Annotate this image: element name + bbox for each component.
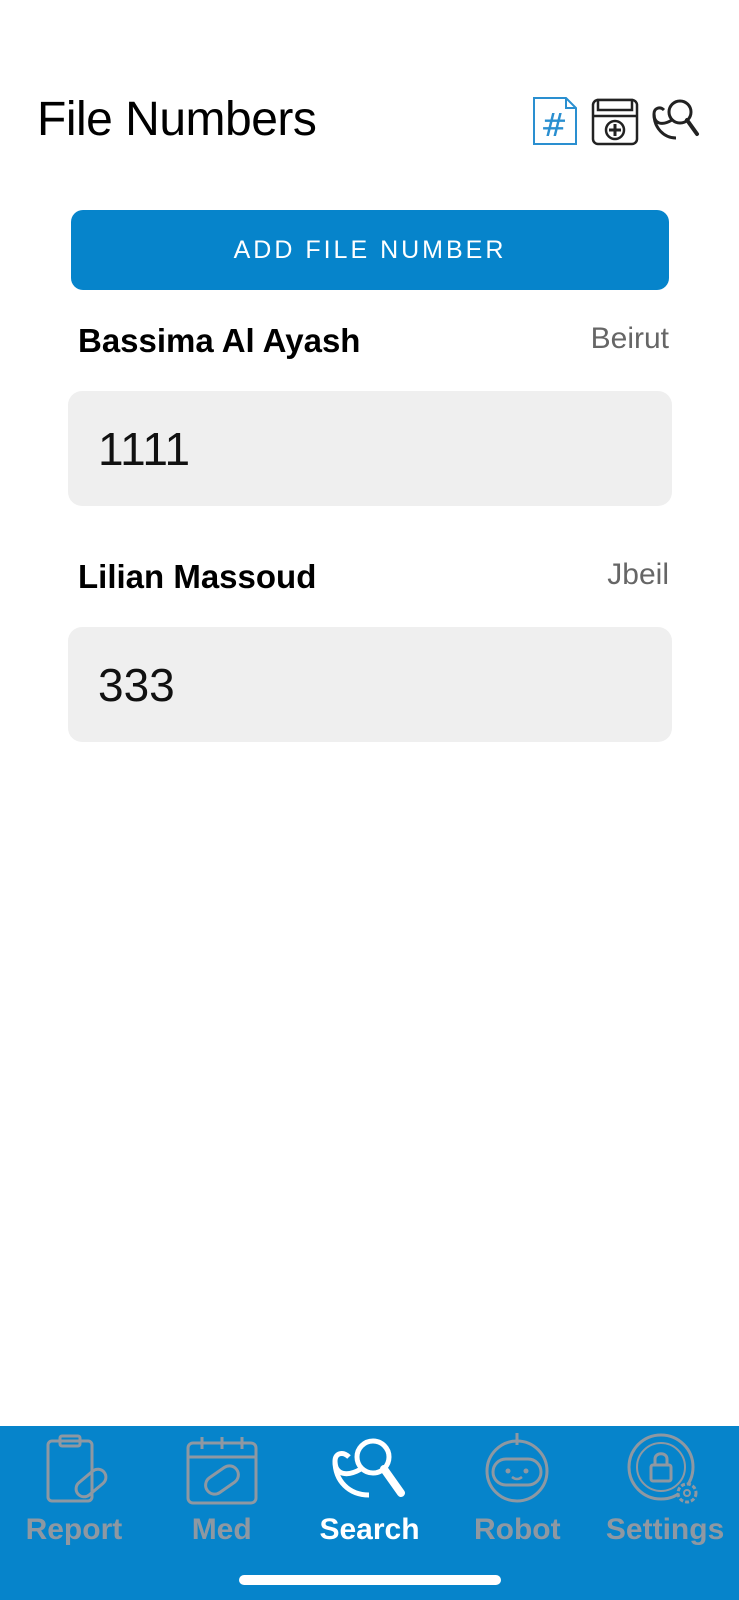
- robot-icon: [485, 1433, 549, 1503]
- file-number-field[interactable]: 1111: [68, 391, 672, 506]
- clipboard-pill-icon: [46, 1434, 108, 1503]
- tab-report-label: Report: [25, 1513, 123, 1546]
- home-indicator[interactable]: [239, 1575, 501, 1585]
- patient-city: Jbeil: [607, 558, 669, 591]
- add-file-number-button[interactable]: ADD FILE NUMBER: [71, 210, 669, 290]
- tab-settings-label: Settings: [605, 1513, 725, 1546]
- svg-text:#: #: [541, 106, 568, 144]
- patient-city: Beirut: [590, 322, 669, 355]
- header-actions: #: [530, 96, 700, 146]
- patient-name: Lilian Massoud: [78, 558, 317, 595]
- tab-report[interactable]: Report: [0, 1426, 148, 1600]
- stethoscope-icon[interactable]: [650, 96, 700, 146]
- tab-settings[interactable]: Settings: [591, 1426, 739, 1600]
- tab-search[interactable]: Search: [296, 1426, 444, 1600]
- tab-robot-label: Robot: [473, 1513, 561, 1546]
- page-title: File Numbers: [37, 93, 317, 146]
- medical-kit-icon[interactable]: [590, 96, 640, 146]
- tab-search-label: Search: [319, 1513, 420, 1546]
- file-number-field[interactable]: 333: [68, 627, 672, 742]
- tab-med-label: Med: [191, 1513, 252, 1546]
- patient-name: Bassima Al Ayash: [78, 322, 361, 359]
- tab-med[interactable]: Med: [148, 1426, 296, 1600]
- tab-robot[interactable]: Robot: [443, 1426, 591, 1600]
- file-number-icon[interactable]: #: [530, 96, 580, 146]
- stethoscope-search-icon: [332, 1438, 406, 1498]
- lock-gear-icon: [627, 1433, 698, 1504]
- calendar-pill-icon: [186, 1437, 258, 1505]
- tab-bar: Report Med Search Robot Settings: [0, 1426, 739, 1600]
